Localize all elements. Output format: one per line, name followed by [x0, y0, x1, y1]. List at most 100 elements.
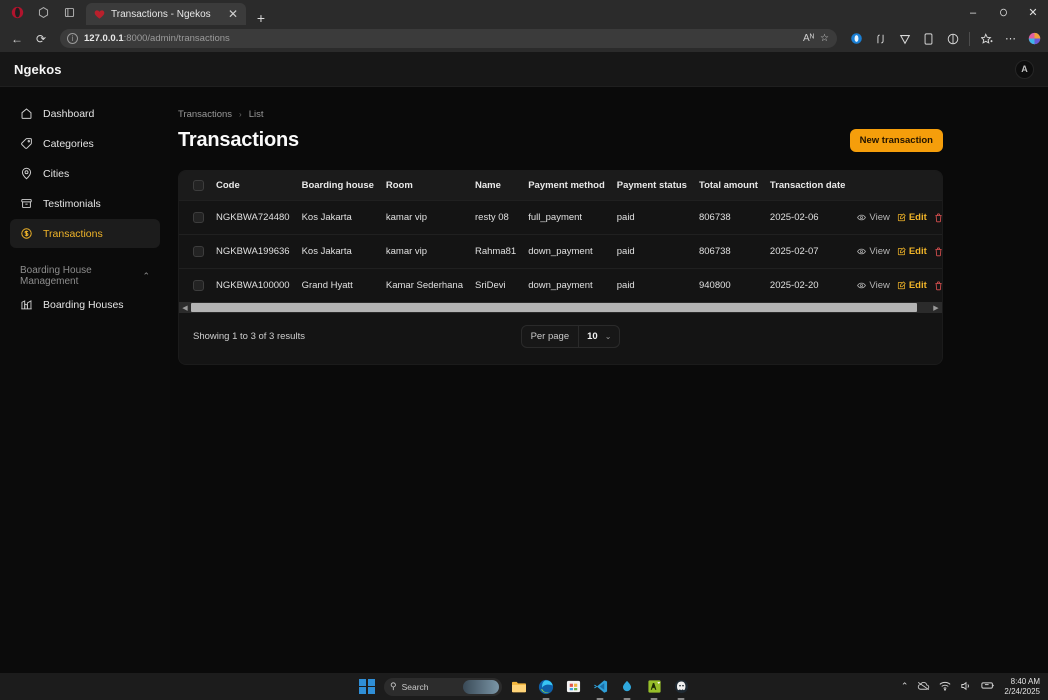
back-button[interactable]: ← [6, 28, 28, 50]
laravel-herd-icon[interactable] [617, 677, 637, 697]
site-info-icon[interactable]: i [67, 33, 78, 44]
xampp-icon[interactable] [644, 677, 664, 697]
view-button[interactable]: View [857, 280, 890, 291]
avatar[interactable]: A [1015, 59, 1034, 79]
edit-label: Edit [908, 246, 927, 257]
wifi-icon[interactable] [939, 681, 951, 693]
per-page-value: 10 [587, 331, 598, 342]
page-header: Transactions New transaction [178, 129, 943, 152]
header-room[interactable]: Room [379, 171, 469, 201]
start-button[interactable] [357, 677, 377, 697]
per-page-control[interactable]: Per page 10 ⌄ [520, 325, 621, 348]
trash-icon[interactable] [934, 281, 942, 291]
sidebar-item-label: Cities [43, 167, 70, 180]
favorites-icon[interactable] [979, 31, 994, 46]
refresh-button[interactable]: ⟳ [30, 28, 52, 50]
trash-icon[interactable] [934, 213, 942, 223]
sidebar-item-categories[interactable]: Categories [10, 129, 160, 158]
view-label: View [869, 280, 890, 291]
scrollbar-thumb[interactable] [191, 303, 918, 312]
tag-icon [20, 137, 33, 150]
table-head: Code Boarding house Room Name Payment me… [179, 171, 942, 201]
view-button[interactable]: View [857, 246, 890, 257]
sidebar-item-transactions[interactable]: Transactions [10, 219, 160, 248]
copilot-icon[interactable] [849, 31, 864, 46]
cell-boarding-house: Kos Jakarta [295, 200, 380, 235]
tab-actions-icon[interactable] [56, 0, 82, 25]
file-explorer-icon[interactable] [509, 677, 529, 697]
header-name[interactable]: Name [469, 171, 523, 201]
ghost-app-icon[interactable] [671, 677, 691, 697]
row-checkbox[interactable] [193, 280, 204, 291]
header-payment-status[interactable]: Payment status [610, 171, 693, 201]
app-brand[interactable]: Ngekos [14, 62, 62, 77]
row-checkbox[interactable] [193, 246, 204, 257]
row-actions: View Edit [857, 212, 942, 223]
cell-actions: View Edit [851, 268, 942, 302]
taskbar-clock[interactable]: 8:40 AM 2/24/2025 [1004, 677, 1040, 695]
scrollbar-track[interactable] [190, 303, 931, 312]
address-bar[interactable]: i 127.0.0.1:8000/admin/transactions Aᴺ ☆ [60, 29, 837, 48]
header-transaction-date[interactable]: Transaction date [763, 171, 852, 201]
mobile-devices-icon[interactable] [921, 31, 936, 46]
workspaces-icon[interactable] [30, 0, 56, 25]
edge-icon[interactable] [536, 677, 556, 697]
table-row[interactable]: NGKBWA100000 Grand Hyatt Kamar Sederhana… [179, 268, 942, 302]
clock-date: 2/24/2025 [1004, 686, 1040, 696]
select-all-header [179, 171, 210, 201]
header-code[interactable]: Code [210, 171, 296, 201]
per-page-select[interactable]: 10 ⌄ [578, 326, 619, 347]
cell-code: NGKBWA724480 [210, 200, 296, 235]
table-horizontal-scrollbar[interactable]: ◀ ▶ [179, 302, 942, 313]
header-total-amount[interactable]: Total amount [692, 171, 764, 201]
new-tab-button[interactable]: + [254, 10, 268, 26]
sidebar-group-boarding-house-management[interactable]: Boarding House Management ⌃ [10, 262, 160, 290]
settings-more-icon[interactable]: ⋯ [1003, 31, 1018, 46]
maximize-button[interactable] [988, 0, 1018, 25]
tray-overflow-icon[interactable]: ⌃ [901, 681, 909, 692]
cell-code: NGKBWA100000 [210, 268, 296, 302]
split-screen-icon[interactable] [945, 31, 960, 46]
scroll-left-arrow-icon[interactable]: ◀ [180, 304, 190, 312]
edit-button[interactable]: Edit [897, 280, 927, 291]
scroll-right-arrow-icon[interactable]: ▶ [931, 304, 941, 312]
select-all-checkbox[interactable] [193, 180, 204, 191]
view-button[interactable]: View [857, 212, 890, 223]
edit-button[interactable]: Edit [897, 212, 927, 223]
read-aloud-icon[interactable]: Aᴺ [803, 33, 814, 44]
sidebar-item-boarding-houses[interactable]: Boarding Houses [10, 290, 160, 319]
vpn-icon[interactable] [897, 31, 912, 46]
browser-tab[interactable]: Transactions - Ngekos ✕ [86, 3, 246, 25]
volume-icon[interactable] [960, 681, 972, 693]
eye-icon [857, 248, 867, 255]
browser-essentials-icon[interactable] [873, 31, 888, 46]
microsoft-store-icon[interactable] [563, 677, 583, 697]
new-transaction-button[interactable]: New transaction [849, 129, 943, 152]
taskbar-search[interactable]: ⚲ Search [384, 677, 502, 696]
edit-button[interactable]: Edit [897, 246, 927, 257]
trash-icon[interactable] [934, 247, 942, 257]
profile-icon[interactable] [1027, 31, 1042, 46]
minimize-button[interactable]: – [958, 0, 988, 25]
results-summary: Showing 1 to 3 of 3 results [193, 331, 305, 342]
tab-close-icon[interactable]: ✕ [226, 7, 240, 21]
favorite-star-icon[interactable]: ☆ [820, 33, 829, 44]
url-path: :8000/admin/transactions [123, 33, 230, 44]
cell-name: resty 08 [469, 200, 523, 235]
vscode-icon[interactable] [590, 677, 610, 697]
table-row[interactable]: NGKBWA199636 Kos Jakarta kamar vip Rahma… [179, 234, 942, 269]
table-footer: Showing 1 to 3 of 3 results Per page 10 … [179, 313, 942, 364]
header-boarding-house[interactable]: Boarding house [295, 171, 380, 201]
sidebar-item-dashboard[interactable]: Dashboard [10, 99, 160, 128]
view-label: View [869, 246, 890, 257]
onedrive-icon[interactable] [917, 681, 930, 693]
battery-icon[interactable] [981, 681, 995, 692]
row-checkbox[interactable] [193, 212, 204, 223]
table-row[interactable]: NGKBWA724480 Kos Jakarta kamar vip resty… [179, 200, 942, 235]
opera-profile-icon[interactable] [4, 0, 30, 25]
breadcrumb-root[interactable]: Transactions [178, 109, 232, 120]
sidebar-item-cities[interactable]: Cities [10, 159, 160, 188]
header-payment-method[interactable]: Payment method [522, 171, 611, 201]
sidebar-item-testimonials[interactable]: Testimonials [10, 189, 160, 218]
close-window-button[interactable]: ✕ [1018, 0, 1048, 25]
